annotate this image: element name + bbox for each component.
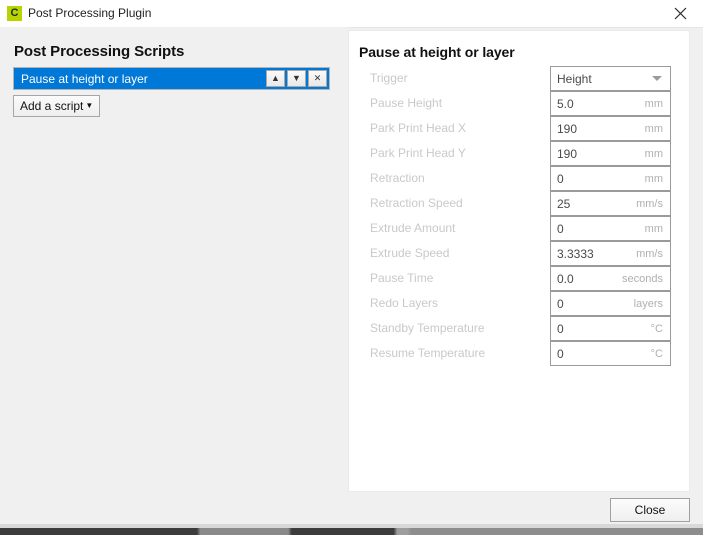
setting-row: Redo Layers 0 layers: [349, 291, 689, 316]
dialog-footer: Close: [0, 492, 703, 524]
cura-logo-icon: C: [7, 6, 22, 21]
script-list[interactable]: Pause at height or layer ▲ ▼ ✕: [13, 67, 330, 90]
setting-label: Standby Temperature: [370, 321, 485, 335]
setting-label: Park Print Head X: [370, 121, 467, 135]
setting-row: Park Print Head Y 190 mm: [349, 141, 689, 166]
script-name-label: Pause at height or layer: [21, 71, 148, 86]
setting-row: Park Print Head X 190 mm: [349, 116, 689, 141]
setting-input[interactable]: 3.3333 mm/s: [550, 241, 671, 266]
setting-input[interactable]: 5.0 mm: [550, 91, 671, 116]
add-script-button[interactable]: Add a script ▼: [13, 95, 101, 117]
chevron-down-icon: [652, 76, 662, 81]
remove-script-button[interactable]: ✕: [308, 70, 327, 87]
title-bar: C Post Processing Plugin: [0, 0, 703, 28]
scripts-heading: Post Processing Scripts: [14, 43, 185, 60]
setting-unit: mm/s: [636, 247, 663, 260]
setting-input[interactable]: 190 mm: [550, 141, 671, 166]
setting-value: 190: [557, 146, 578, 161]
setting-value: 0: [557, 296, 564, 311]
setting-input[interactable]: 25 mm/s: [550, 191, 671, 216]
setting-row: Extrude Speed 3.3333 mm/s: [349, 241, 689, 266]
setting-unit: layers: [633, 297, 663, 310]
chevron-down-icon: ▼: [85, 101, 94, 110]
setting-input[interactable]: 0 °C: [550, 341, 671, 366]
setting-value: 0: [557, 171, 564, 186]
setting-row: Standby Temperature 0 °C: [349, 316, 689, 341]
setting-input[interactable]: 0 layers: [550, 291, 671, 316]
setting-row: Retraction Speed 25 mm/s: [349, 191, 689, 216]
scripts-panel: Post Processing Scripts Pause at height …: [0, 27, 348, 492]
setting-input[interactable]: 0 mm: [550, 216, 671, 241]
setting-value: 3.3333: [557, 246, 594, 261]
setting-label: Redo Layers: [370, 296, 439, 310]
setting-label: Pause Height: [370, 96, 443, 110]
setting-unit: mm: [644, 97, 663, 110]
settings-rows: Trigger Height Pause Height 5.0 mm Park Print…: [349, 66, 689, 366]
add-script-label: Add a script: [20, 99, 84, 113]
move-script-up-button[interactable]: ▲: [266, 70, 285, 87]
setting-label: Extrude Amount: [370, 221, 456, 235]
setting-dropdown[interactable]: Height: [550, 66, 671, 91]
window-title: Post Processing Plugin: [28, 6, 152, 20]
setting-value: 0.0: [557, 271, 574, 286]
move-script-down-button[interactable]: ▼: [287, 70, 306, 87]
setting-row: Pause Time 0.0 seconds: [349, 266, 689, 291]
setting-label: Retraction Speed: [370, 196, 463, 210]
setting-label: Extrude Speed: [370, 246, 450, 260]
setting-input[interactable]: 0 °C: [550, 316, 671, 341]
setting-input[interactable]: 0 mm: [550, 166, 671, 191]
settings-panel: Pause at height or layer Trigger Height Pa…: [348, 30, 690, 492]
setting-unit: °C: [650, 322, 663, 335]
background-window-strip-bottom: [0, 528, 703, 535]
setting-label: Retraction: [370, 171, 425, 185]
setting-value: Height: [557, 71, 592, 86]
close-window-button[interactable]: [657, 0, 703, 27]
setting-input[interactable]: 190 mm: [550, 116, 671, 141]
setting-row: Extrude Amount 0 mm: [349, 216, 689, 241]
setting-unit: mm: [644, 122, 663, 135]
setting-unit: mm: [644, 147, 663, 160]
close-button[interactable]: Close: [610, 498, 690, 522]
setting-value: 190: [557, 121, 578, 136]
setting-value: 0: [557, 221, 564, 236]
setting-row: Trigger Height: [349, 66, 689, 91]
setting-value: 0: [557, 346, 564, 361]
setting-label: Park Print Head Y: [370, 146, 466, 160]
close-icon: [674, 7, 686, 20]
setting-value: 0: [557, 321, 564, 336]
setting-unit: seconds: [622, 272, 663, 285]
setting-row: Resume Temperature 0 °C: [349, 341, 689, 366]
setting-label: Resume Temperature: [370, 346, 486, 360]
cura-logo-letter: C: [10, 7, 19, 19]
setting-row: Retraction 0 mm: [349, 166, 689, 191]
setting-row: Pause Height 5.0 mm: [349, 91, 689, 116]
settings-panel-title: Pause at height or layer: [359, 44, 515, 60]
setting-input[interactable]: 0.0 seconds: [550, 266, 671, 291]
setting-unit: mm: [644, 172, 663, 185]
setting-unit: mm: [644, 222, 663, 235]
setting-label: Trigger: [370, 71, 408, 85]
setting-value: 5.0: [557, 96, 574, 111]
setting-value: 25: [557, 196, 571, 211]
list-item[interactable]: Pause at height or layer ▲ ▼ ✕: [14, 68, 329, 89]
setting-unit: mm/s: [636, 197, 663, 210]
setting-unit: °C: [650, 347, 663, 360]
setting-label: Pause Time: [370, 271, 434, 285]
